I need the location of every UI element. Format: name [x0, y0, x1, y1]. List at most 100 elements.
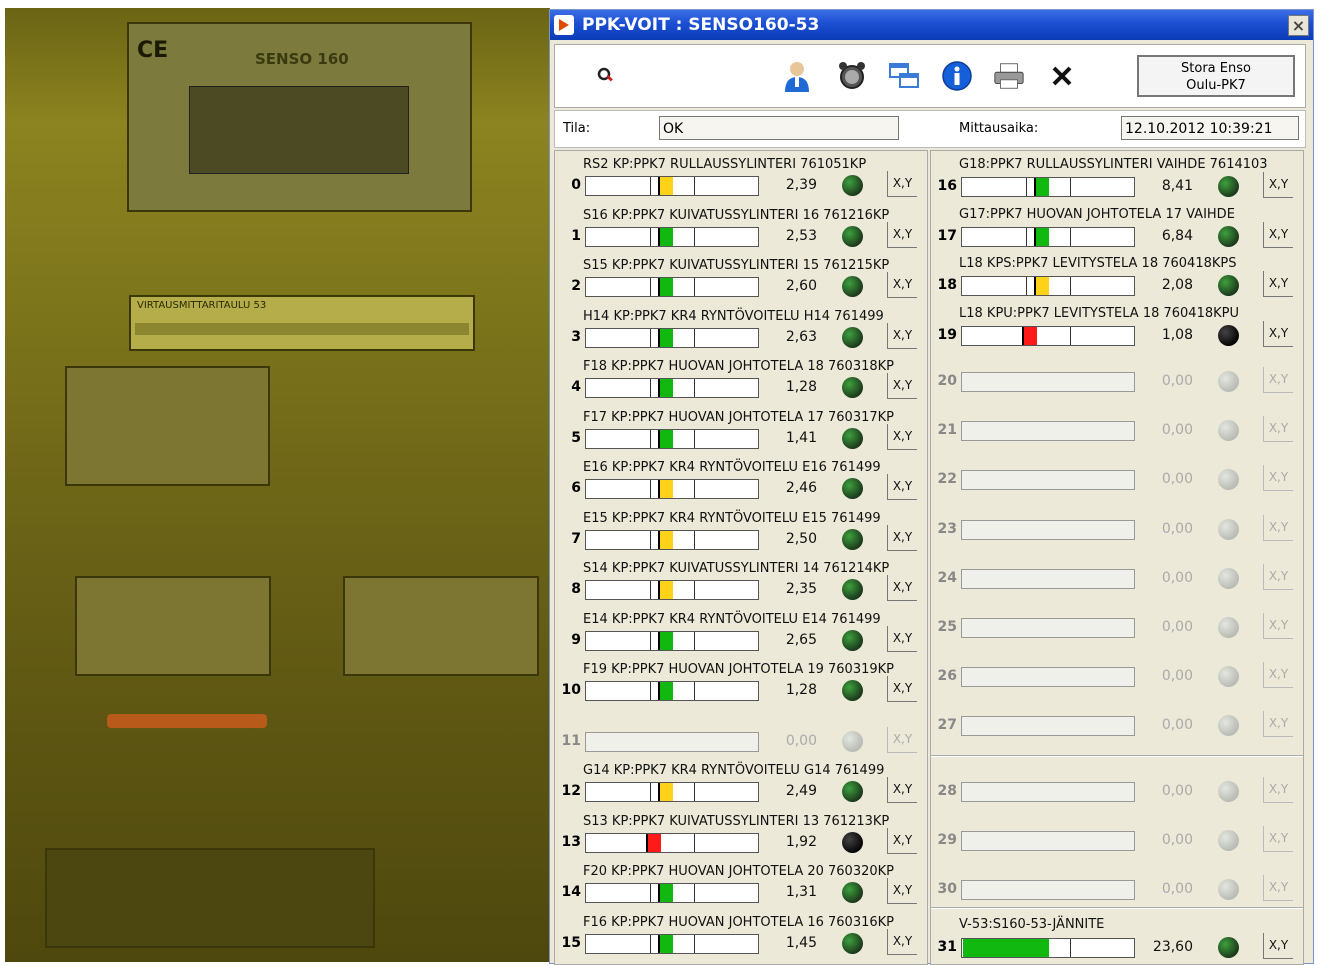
magnifier-icon[interactable]: [589, 59, 623, 93]
xy-plot-button[interactable]: X,Y: [1263, 613, 1293, 639]
xy-plot-button[interactable]: X,Y: [1263, 875, 1293, 902]
xy-plot-button[interactable]: X,Y: [887, 221, 917, 248]
level-bar-limit: [694, 934, 696, 953]
xy-plot-button[interactable]: X,Y: [887, 928, 917, 955]
channel-value: 2,49: [785, 783, 817, 799]
alarm-icon[interactable]: [835, 59, 869, 93]
channel-row: E16 KP:PPK7 KR4 RYNTÖVOITELU E16 761499 6…: [555, 458, 927, 508]
xy-plot-button[interactable]: X,Y: [887, 827, 917, 854]
xy-plot-button[interactable]: X,Y: [887, 676, 917, 702]
user-icon[interactable]: [780, 59, 814, 93]
channel-value: 0,00: [785, 732, 817, 749]
window-close-button[interactable]: ×: [1288, 14, 1309, 36]
xy-plot-button[interactable]: X,Y: [1263, 320, 1293, 347]
level-bar: [585, 883, 759, 903]
level-bar: [585, 580, 759, 600]
xy-plot-button[interactable]: X,Y: [1263, 563, 1293, 590]
level-bar: [585, 428, 759, 449]
channel-row: 20 0,00 X,Y: [931, 361, 1303, 410]
level-bar-limit: [1070, 939, 1072, 957]
xy-plot-button[interactable]: X,Y: [887, 272, 917, 298]
status-led-icon: [1218, 830, 1239, 852]
channel-index: 24: [937, 569, 957, 586]
toolbar: Stora Enso Oulu-PK7: [554, 44, 1306, 108]
level-bar-limit: [694, 227, 696, 246]
channel-row: 21 0,00 X,Y: [931, 410, 1303, 459]
xy-plot-button[interactable]: X,Y: [887, 625, 917, 652]
xy-plot-button[interactable]: X,Y: [887, 423, 917, 450]
level-bar-limit: [694, 530, 696, 549]
channel-value: 2,46: [785, 480, 817, 496]
xy-plot-button[interactable]: X,Y: [1263, 514, 1293, 541]
printer-icon[interactable]: [992, 59, 1026, 93]
channel-index: 17: [937, 227, 957, 244]
window-title: PPK-VOIT : SENSO160-53: [582, 15, 820, 35]
channel-value: 1,31: [785, 884, 817, 900]
status-led-icon: [1218, 420, 1239, 442]
status-led-icon: [1218, 324, 1239, 346]
xy-plot-button[interactable]: X,Y: [1263, 172, 1293, 198]
channel-value: 1,28: [785, 682, 817, 698]
xy-plot-button[interactable]: X,Y: [1263, 777, 1293, 803]
channels-left: RS2 KP:PPK7 RULLAUSSYLINTERI 761051KP 0 2,…: [554, 150, 928, 965]
xy-plot-button[interactable]: X,Y: [887, 171, 917, 197]
channel-name: L18 KPU:PPK7 LEVITYSTELA 18 760418KPU: [959, 305, 1240, 321]
xy-plot-button[interactable]: X,Y: [1263, 465, 1293, 492]
xy-plot-button[interactable]: X,Y: [1263, 711, 1293, 738]
channel-row: L18 KPU:PPK7 LEVITYSTELA 18 760418KPU 19 1…: [931, 304, 1303, 353]
level-bar-limit: [694, 884, 696, 902]
level-bar: [961, 470, 1135, 491]
channel-index: 23: [937, 520, 957, 537]
channel-value: 1,28: [785, 379, 817, 395]
status-led-icon: [1218, 518, 1239, 540]
level-bar: [961, 880, 1135, 901]
level-bar-limit: [649, 631, 651, 650]
level-bar-fill: [659, 278, 673, 296]
level-bar: [961, 372, 1135, 392]
status-led-icon: [842, 781, 863, 802]
channel-value: 1,92: [785, 833, 817, 850]
status-led-icon: [1218, 715, 1239, 737]
level-bar-fill: [1023, 326, 1037, 345]
channel-row: 25 0,00 X,Y: [931, 607, 1303, 656]
xy-plot-button[interactable]: X,Y: [887, 524, 917, 551]
channel-index: 28: [937, 783, 957, 799]
status-led-icon: [842, 326, 863, 348]
channel-row: E15 KP:PPK7 KR4 RYNTÖVOITELU E15 761499 7…: [555, 509, 927, 559]
xy-plot-button[interactable]: X,Y: [887, 726, 917, 753]
close-x-icon[interactable]: [1045, 59, 1079, 93]
xy-plot-button[interactable]: X,Y: [1263, 367, 1293, 393]
level-bar-limit: [649, 429, 651, 448]
xy-plot-button[interactable]: X,Y: [1263, 933, 1293, 959]
xy-plot-button[interactable]: X,Y: [1263, 662, 1293, 689]
level-bar: [585, 176, 759, 196]
channel-value: 0,00: [1161, 373, 1193, 389]
xy-plot-button[interactable]: X,Y: [1263, 221, 1293, 248]
info-icon[interactable]: [940, 59, 974, 93]
channel-value: 0,00: [1161, 569, 1193, 586]
channel-index: 3: [571, 328, 581, 345]
xy-plot-button[interactable]: X,Y: [1263, 416, 1293, 443]
channel-value: 6,84: [1161, 227, 1193, 244]
channel-index: 8: [571, 581, 581, 597]
xy-plot-button[interactable]: X,Y: [887, 575, 917, 601]
channel-name: S15 KP:PPK7 KUIVATUSSYLINTERI 15 761215K…: [583, 258, 890, 273]
channel-name: RS2 KP:PPK7 RULLAUSSYLINTERI 761051KP: [583, 157, 867, 172]
status-led-icon: [1218, 879, 1239, 901]
xy-plot-button[interactable]: X,Y: [887, 878, 917, 904]
channel-index: 21: [937, 422, 957, 439]
windows-icon[interactable]: [887, 59, 921, 93]
channel-value: 2,60: [785, 278, 817, 294]
xy-plot-button[interactable]: X,Y: [1263, 271, 1293, 297]
level-bar-limit: [1070, 277, 1072, 295]
channel-row: 11 0,00 X,Y: [555, 711, 927, 761]
valve-block-left: [75, 576, 271, 676]
xy-plot-button[interactable]: X,Y: [887, 373, 917, 399]
channel-index: 26: [937, 668, 957, 685]
level-bar-limit: [1070, 326, 1072, 345]
xy-plot-button[interactable]: X,Y: [1263, 826, 1293, 853]
xy-plot-button[interactable]: X,Y: [887, 322, 917, 349]
xy-plot-button[interactable]: X,Y: [887, 474, 917, 500]
level-bar: [585, 378, 759, 398]
xy-plot-button[interactable]: X,Y: [887, 777, 917, 803]
